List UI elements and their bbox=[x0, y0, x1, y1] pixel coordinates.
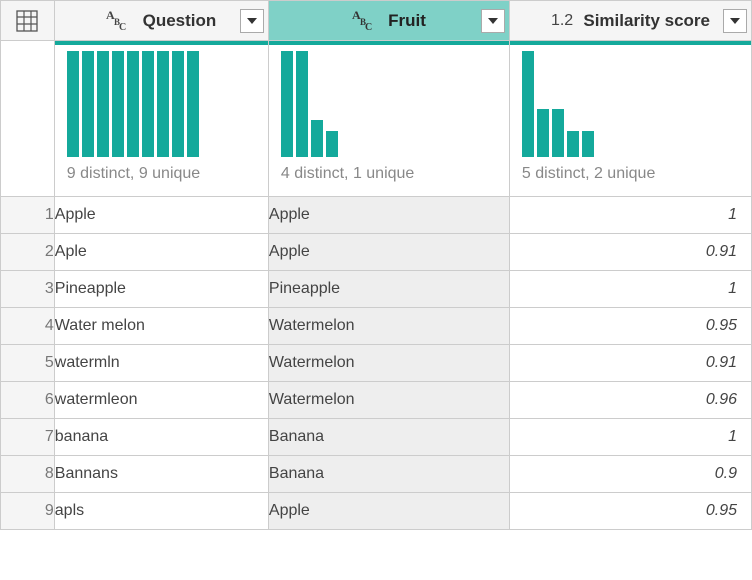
table-row[interactable]: 4Water melonWatermelon0.95 bbox=[1, 308, 752, 345]
row-number[interactable]: 4 bbox=[1, 308, 55, 345]
row-number[interactable]: 7 bbox=[1, 419, 55, 456]
histogram-bar bbox=[522, 51, 534, 157]
histogram-bar bbox=[537, 109, 549, 157]
histogram-bar bbox=[112, 51, 124, 157]
cell[interactable]: Bannans bbox=[54, 456, 268, 493]
profile-row: 9 distinct, 9 unique 4 distinct, 1 uniqu… bbox=[1, 41, 752, 197]
histogram-bar bbox=[67, 51, 79, 157]
column-header-similarity-score[interactable]: 1.2 Similarity score bbox=[509, 1, 751, 41]
cell[interactable]: Watermelon bbox=[268, 345, 509, 382]
svg-text:C: C bbox=[365, 22, 372, 31]
cell[interactable]: Apple bbox=[268, 493, 509, 530]
column-profile-question: 9 distinct, 9 unique bbox=[54, 41, 268, 197]
cell[interactable]: Apple bbox=[268, 197, 509, 234]
cell[interactable]: watermln bbox=[54, 345, 268, 382]
type-decimal-icon: 1.2 bbox=[551, 12, 573, 30]
table-row[interactable]: 8BannansBanana0.9 bbox=[1, 456, 752, 493]
histogram-bar bbox=[157, 51, 169, 157]
cell[interactable]: Aple bbox=[54, 234, 268, 271]
histogram-bar bbox=[127, 51, 139, 157]
cell[interactable]: 0.9 bbox=[509, 456, 751, 493]
cell[interactable]: 1 bbox=[509, 197, 751, 234]
table-row[interactable]: 1AppleApple1 bbox=[1, 197, 752, 234]
column-filter-dropdown[interactable] bbox=[481, 9, 505, 33]
table-row[interactable]: 3PineapplePineapple1 bbox=[1, 271, 752, 308]
cell[interactable]: 0.96 bbox=[509, 382, 751, 419]
cell[interactable]: banana bbox=[54, 419, 268, 456]
cell[interactable]: 1 bbox=[509, 271, 751, 308]
column-profile-similarity-score: 5 distinct, 2 unique bbox=[509, 41, 751, 197]
profile-summary: 9 distinct, 9 unique bbox=[55, 157, 268, 189]
histogram-bar bbox=[326, 131, 338, 158]
histogram-bar bbox=[187, 51, 199, 157]
column-header-fruit[interactable]: A B C Fruit bbox=[268, 1, 509, 41]
header-row: A B C Question A B C Fruit bbox=[1, 1, 752, 41]
table-row[interactable]: 5watermlnWatermelon0.91 bbox=[1, 345, 752, 382]
histogram-bar bbox=[97, 51, 109, 157]
cell[interactable]: Water melon bbox=[54, 308, 268, 345]
cell[interactable]: Apple bbox=[54, 197, 268, 234]
table-row[interactable]: 6watermleonWatermelon0.96 bbox=[1, 382, 752, 419]
table-icon bbox=[1, 10, 54, 32]
column-filter-dropdown[interactable] bbox=[723, 9, 747, 33]
table-row[interactable]: 9aplsApple0.95 bbox=[1, 493, 752, 530]
cell[interactable]: Watermelon bbox=[268, 308, 509, 345]
histogram-bar bbox=[311, 120, 323, 157]
histogram-bar bbox=[82, 51, 94, 157]
row-number[interactable]: 6 bbox=[1, 382, 55, 419]
histogram-bar bbox=[552, 109, 564, 157]
data-table: A B C Question A B C Fruit bbox=[0, 0, 752, 530]
type-text-icon: A B C bbox=[352, 7, 378, 35]
histogram[interactable] bbox=[269, 45, 509, 157]
svg-text:C: C bbox=[119, 22, 126, 31]
select-all-corner[interactable] bbox=[1, 1, 55, 41]
cell[interactable]: Pineapple bbox=[54, 271, 268, 308]
chevron-down-icon bbox=[247, 18, 257, 24]
row-number[interactable]: 5 bbox=[1, 345, 55, 382]
histogram[interactable] bbox=[55, 45, 268, 157]
profile-summary: 4 distinct, 1 unique bbox=[269, 157, 509, 189]
table-row[interactable]: 7bananaBanana1 bbox=[1, 419, 752, 456]
row-number[interactable]: 9 bbox=[1, 493, 55, 530]
column-header-label: Question bbox=[143, 11, 217, 31]
cell[interactable]: 0.91 bbox=[509, 345, 751, 382]
cell[interactable]: 0.95 bbox=[509, 493, 751, 530]
cell[interactable]: Apple bbox=[268, 234, 509, 271]
cell[interactable]: Pineapple bbox=[268, 271, 509, 308]
column-header-label: Fruit bbox=[388, 11, 426, 31]
cell[interactable]: Banana bbox=[268, 419, 509, 456]
column-header-question[interactable]: A B C Question bbox=[54, 1, 268, 41]
histogram[interactable] bbox=[510, 45, 751, 157]
chevron-down-icon bbox=[730, 18, 740, 24]
cell[interactable]: watermleon bbox=[54, 382, 268, 419]
column-header-label: Similarity score bbox=[583, 11, 710, 31]
profile-blank bbox=[1, 41, 55, 197]
histogram-bar bbox=[582, 131, 594, 158]
row-number[interactable]: 8 bbox=[1, 456, 55, 493]
histogram-bar bbox=[142, 51, 154, 157]
cell[interactable]: 0.95 bbox=[509, 308, 751, 345]
cell[interactable]: 0.91 bbox=[509, 234, 751, 271]
row-number[interactable]: 2 bbox=[1, 234, 55, 271]
table-row[interactable]: 2ApleApple0.91 bbox=[1, 234, 752, 271]
profile-summary: 5 distinct, 2 unique bbox=[510, 157, 751, 189]
chevron-down-icon bbox=[488, 18, 498, 24]
cell[interactable]: apls bbox=[54, 493, 268, 530]
column-profile-fruit: 4 distinct, 1 unique bbox=[268, 41, 509, 197]
histogram-bar bbox=[172, 51, 184, 157]
cell[interactable]: 1 bbox=[509, 419, 751, 456]
column-filter-dropdown[interactable] bbox=[240, 9, 264, 33]
row-number[interactable]: 3 bbox=[1, 271, 55, 308]
cell[interactable]: Banana bbox=[268, 456, 509, 493]
histogram-bar bbox=[567, 131, 579, 158]
row-number[interactable]: 1 bbox=[1, 197, 55, 234]
histogram-bar bbox=[296, 51, 308, 157]
type-text-icon: A B C bbox=[106, 7, 132, 35]
cell[interactable]: Watermelon bbox=[268, 382, 509, 419]
histogram-bar bbox=[281, 51, 293, 157]
